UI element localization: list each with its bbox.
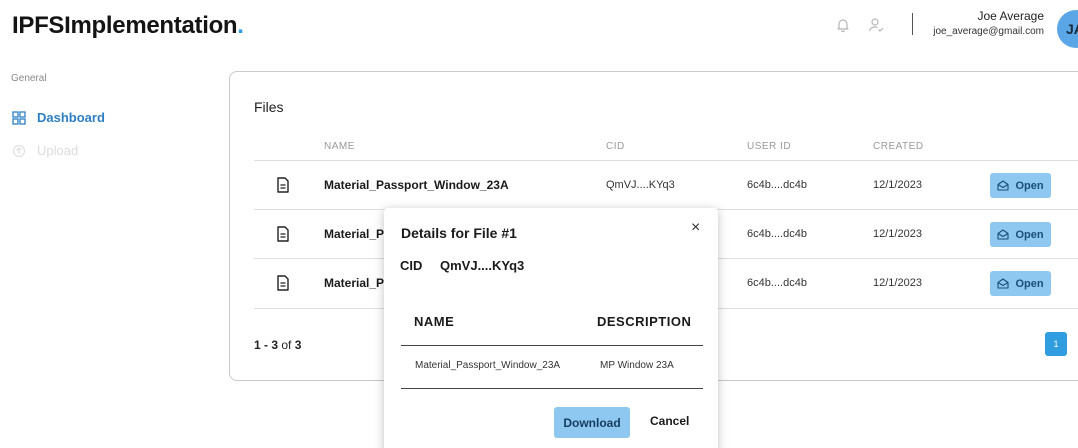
open-button-label: Open [1015,179,1044,192]
upload-icon [12,144,26,157]
pagination-of: of [281,338,292,352]
download-button[interactable]: Download [554,407,630,438]
sidebar-item-label: Upload [37,143,79,158]
file-created: 12/1/2023 [873,228,922,240]
user-email: joe_average@gmail.com [933,26,1044,37]
envelope-open-icon [997,229,1009,240]
envelope-open-icon [997,180,1009,191]
modal-table-divider [401,388,703,389]
document-icon [277,226,289,242]
file-name: Material_Passport_Window_23A [324,178,509,192]
column-header-name[interactable]: NAME [324,141,355,152]
document-icon [277,275,289,291]
open-button[interactable]: Open [990,222,1051,247]
open-button[interactable]: Open [990,173,1051,198]
modal-file-description: MP Window 23A [600,360,674,371]
column-header-user-id[interactable]: USER ID [747,141,791,152]
app-brand[interactable]: IPFSImplementation. [12,12,244,40]
sidebar-item-dashboard[interactable]: Dashboard [12,110,105,125]
file-user-id: 6c4b....dc4b [747,228,807,240]
dashboard-grid-icon [12,110,26,125]
file-user-id: 6c4b....dc4b [747,277,807,289]
open-button[interactable]: Open [990,271,1051,296]
modal-column-name: NAME [414,314,455,329]
sidebar-item-label: Dashboard [37,110,105,125]
cancel-button[interactable]: Cancel [650,414,689,428]
column-header-cid[interactable]: CID [606,141,625,152]
modal-title: Details for File #1 [401,225,517,241]
user-name: Joe Average [977,9,1045,23]
file-created: 12/1/2023 [873,277,922,289]
file-created: 12/1/2023 [873,179,922,191]
header-divider [912,13,913,35]
modal-header-divider [401,345,703,346]
avatar[interactable]: JA [1057,10,1078,48]
open-button-label: Open [1015,228,1044,241]
sidebar-item-upload[interactable]: Upload [12,143,78,158]
document-icon [277,177,289,193]
modal-cid-value: QmVJ....KYq3 [440,258,525,273]
brand-dot: . [237,12,244,39]
close-icon[interactable]: × [691,220,700,236]
files-title: Files [254,99,284,115]
file-cid: QmVJ....KYq3 [606,179,675,191]
modal-column-description: DESCRIPTION [597,314,692,329]
open-button-label: Open [1015,277,1044,290]
pagination-total: 3 [294,338,302,352]
envelope-open-icon [997,278,1009,289]
person-icon[interactable] [868,17,884,33]
brand-name: IPFSImplementation [12,12,238,39]
pagination-summary: 1 - 3 of 3 [254,338,301,352]
file-name: Material_Pa [324,227,391,241]
file-details-modal: Details for File #1 × CID QmVJ....KYq3 N… [384,208,718,448]
file-user-id: 6c4b....dc4b [747,179,807,191]
modal-file-name: Material_Passport_Window_23A [415,360,561,371]
sidebar-section-general: General [11,73,47,84]
column-header-created[interactable]: CREATED [873,141,924,152]
page-1-button[interactable]: 1 [1045,332,1067,356]
file-name: Material_Pa [324,276,391,290]
pagination-range: 1 - 3 [254,338,279,352]
bell-icon[interactable] [835,17,851,33]
modal-cid-label: CID [400,258,423,273]
table-row[interactable]: Material_Passport_Window_23A QmVJ....KYq… [254,160,1078,209]
